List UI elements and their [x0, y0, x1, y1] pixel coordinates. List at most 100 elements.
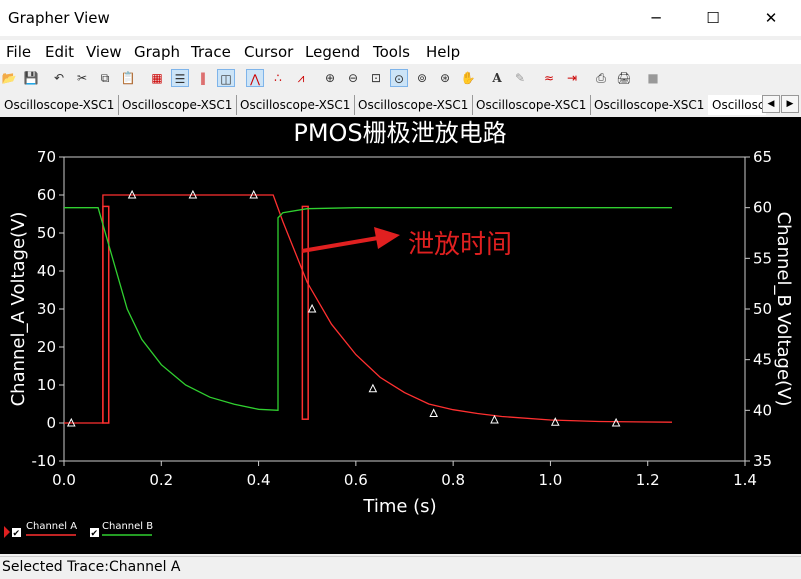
- menu-edit[interactable]: Edit: [45, 43, 74, 61]
- y-tick-label: 10: [37, 376, 56, 394]
- selected-trace-indicator: [4, 526, 10, 538]
- tab-bar: Oscilloscope-XSC1 Oscilloscope-XSC1 Osci…: [0, 93, 801, 115]
- trace-marker: [429, 408, 438, 417]
- zoom-in-icon[interactable]: ⊕: [321, 69, 339, 87]
- y2-axis-label: Channel_B Voltage(V): [773, 212, 794, 407]
- tab-scroll-left-icon[interactable]: ◀: [762, 95, 780, 113]
- x-tick-label: 0.4: [247, 471, 271, 489]
- x-tick-label: 0.6: [344, 471, 368, 489]
- stop-icon[interactable]: ■: [644, 69, 662, 87]
- overlay-icon[interactable]: ◫: [217, 69, 235, 87]
- menu-help[interactable]: Help: [426, 43, 460, 61]
- x-ticks: 0.0 0.2 0.4 0.6 0.8 1.0 1.2 1.4: [52, 461, 757, 489]
- y-tick-label: 30: [37, 300, 56, 318]
- zoom-x-icon[interactable]: ⊙: [390, 69, 408, 87]
- menu-cursor[interactable]: Cursor: [244, 43, 293, 61]
- trace-channel-a[interactable]: [64, 194, 673, 424]
- marker-trace-icon[interactable]: ⩘: [292, 69, 310, 87]
- tab-oscilloscope-3[interactable]: Oscilloscope-XSC1: [236, 95, 355, 115]
- chart-title: PMOS栅极泄放电路: [293, 119, 506, 147]
- plot-area[interactable]: PMOS栅极泄放电路 Time (s) Channel_A Voltage(V)…: [0, 117, 801, 554]
- y-axis-label: Channel_A Voltage(V): [8, 212, 29, 407]
- tab-oscilloscope-5[interactable]: Oscilloscope-XSC1: [472, 95, 591, 115]
- maximize-button[interactable]: ☐: [690, 0, 736, 36]
- x-tick-label: 1.2: [636, 471, 660, 489]
- highlight-box: [301, 205, 309, 420]
- x-tick-label: 0.8: [441, 471, 465, 489]
- trace-marker: [611, 417, 621, 427]
- annotation-arrow: [301, 236, 379, 253]
- menu-trace[interactable]: Trace: [191, 43, 231, 61]
- tab-oscilloscope-7[interactable]: Oscillosc: [708, 95, 766, 115]
- tab-scroll-right-icon[interactable]: ▶: [781, 95, 799, 113]
- highlight-box: [102, 205, 110, 424]
- paste-icon[interactable]: 📋: [119, 69, 137, 87]
- x-tick-label: 0.2: [149, 471, 173, 489]
- legend: ✔ Channel A ✔ Channel B: [4, 521, 153, 539]
- print-preview-icon[interactable]: 🖨: [615, 69, 633, 87]
- save-icon[interactable]: 💾: [22, 69, 40, 87]
- y2-tick-label: 50: [753, 300, 772, 318]
- checkmark-icon: ✔: [13, 529, 21, 539]
- x-tick-label: 1.4: [733, 471, 757, 489]
- legend-label-a: Channel A: [26, 521, 77, 532]
- pan-icon[interactable]: ✋: [459, 69, 477, 87]
- chart: PMOS栅极泄放电路 Time (s) Channel_A Voltage(V)…: [4, 119, 794, 539]
- zoom-y-icon[interactable]: ⊚: [413, 69, 431, 87]
- y2-tick-label: 55: [753, 249, 772, 267]
- trace-marker: [307, 303, 317, 313]
- menu-tools[interactable]: Tools: [373, 43, 410, 61]
- toolbar: 📂 💾 ↶ ✂ ⧉ 📋 ▦ ☰ ‖ ◫ ⋀ ∴ ⩘ ⊕ ⊖ ⊡ ⊙ ⊚ ⊛ ✋ …: [0, 66, 801, 90]
- menu-file[interactable]: File: [6, 43, 31, 61]
- y-tick-label: 70: [37, 148, 56, 166]
- menu-legend[interactable]: Legend: [305, 43, 360, 61]
- y2-tick-label: 60: [753, 199, 772, 217]
- close-button[interactable]: ✕: [748, 0, 794, 36]
- print-icon[interactable]: ⎙: [592, 69, 610, 87]
- trace-marker: [490, 414, 499, 424]
- legend-icon[interactable]: ☰: [171, 69, 189, 87]
- y-tick-label: -10: [32, 452, 57, 470]
- zoom-fit-icon[interactable]: ⊡: [367, 69, 385, 87]
- plot-frame: [63, 156, 746, 462]
- title-bar: Grapher View ─ ☐ ✕: [0, 0, 801, 36]
- y-tick-label: 40: [37, 262, 56, 280]
- annotation-arrowhead: [374, 227, 400, 249]
- window-title: Grapher View: [8, 9, 110, 27]
- compare-icon[interactable]: ≈: [540, 69, 558, 87]
- x-tick-label: 1.0: [538, 471, 562, 489]
- zoom-out-icon[interactable]: ⊖: [344, 69, 362, 87]
- dot-trace-icon[interactable]: ∴: [269, 69, 287, 87]
- draw-icon[interactable]: ✎: [511, 69, 529, 87]
- tab-oscilloscope-4[interactable]: Oscilloscope-XSC1: [354, 95, 473, 115]
- checkmark-icon: ✔: [91, 529, 99, 539]
- tab-oscilloscope-1[interactable]: Oscilloscope-XSC1: [0, 95, 119, 115]
- minimize-button[interactable]: ─: [633, 0, 679, 36]
- copy-icon[interactable]: ⧉: [96, 69, 114, 87]
- tab-oscilloscope-6[interactable]: Oscilloscope-XSC1: [590, 95, 709, 115]
- traces: [64, 194, 673, 424]
- cursors-icon[interactable]: ‖: [194, 69, 212, 87]
- open-icon[interactable]: 📂: [0, 69, 18, 87]
- tab-oscilloscope-2[interactable]: Oscilloscope-XSC1: [118, 95, 237, 115]
- y-tick-label: 60: [37, 186, 56, 204]
- export-icon[interactable]: ⇥: [563, 69, 581, 87]
- y2-tick-label: 65: [753, 148, 772, 166]
- y-tick-label: 20: [37, 338, 56, 356]
- y2-tick-label: 35: [753, 452, 772, 470]
- y2-tick-label: 45: [753, 351, 772, 369]
- undo-icon[interactable]: ↶: [50, 69, 68, 87]
- cut-icon[interactable]: ✂: [73, 69, 91, 87]
- grid-icon[interactable]: ▦: [148, 69, 166, 87]
- trace-marker: [368, 383, 378, 393]
- trace-markers: [66, 189, 621, 427]
- y-tick-label: 0: [46, 414, 56, 432]
- menu-view[interactable]: View: [86, 43, 122, 61]
- zoom-region-icon[interactable]: ⊛: [436, 69, 454, 87]
- line-trace-icon[interactable]: ⋀: [246, 69, 264, 87]
- legend-label-b: Channel B: [102, 521, 153, 532]
- status-bar: Selected Trace:Channel A: [0, 556, 801, 579]
- menu-graph[interactable]: Graph: [134, 43, 180, 61]
- annotation: 泄放时间: [301, 227, 512, 260]
- text-icon[interactable]: A: [488, 69, 506, 87]
